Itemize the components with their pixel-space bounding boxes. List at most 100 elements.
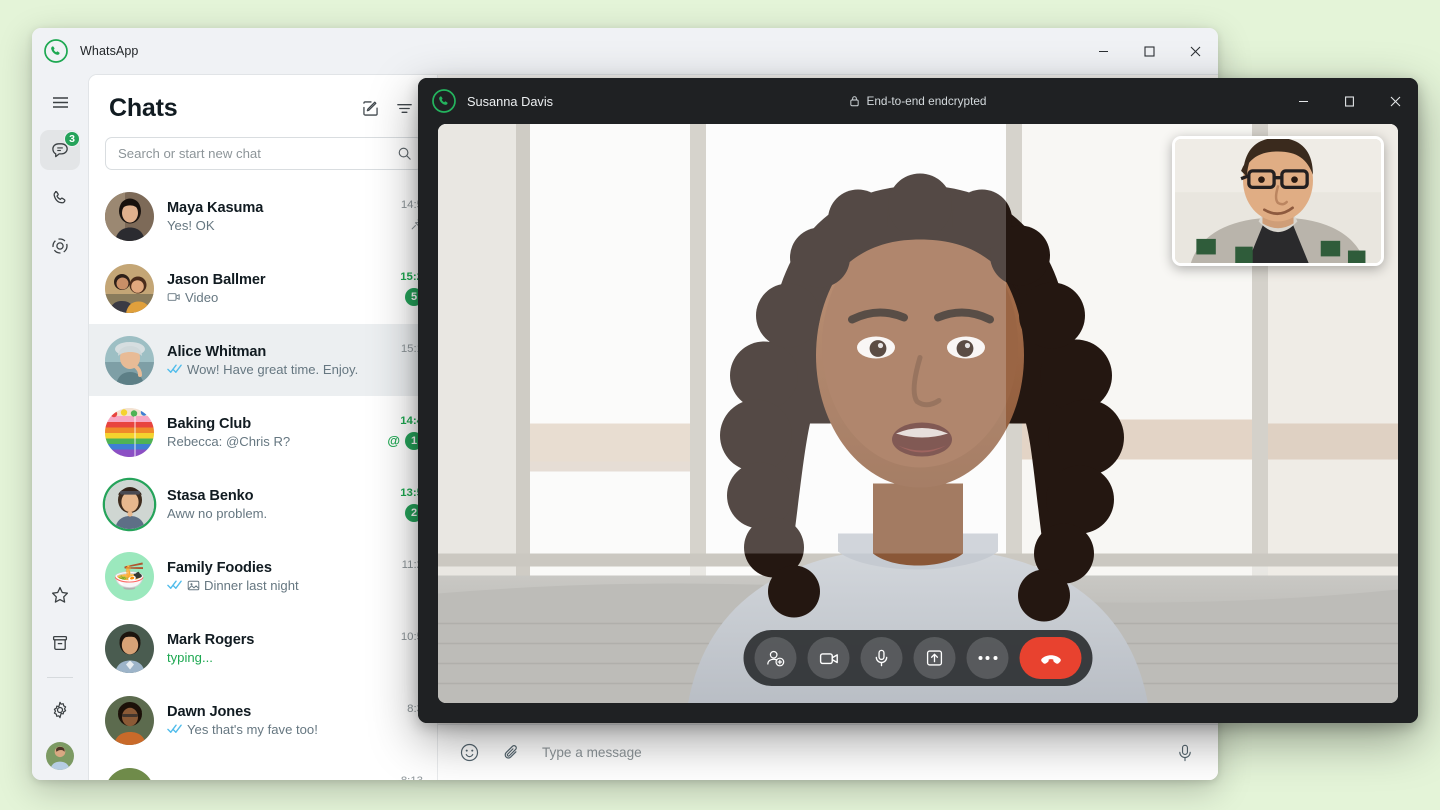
chat-name: Mark Rogers bbox=[167, 631, 255, 648]
close-icon[interactable] bbox=[1372, 78, 1418, 124]
maximize-icon[interactable] bbox=[1126, 28, 1172, 74]
list-item-meta: 8:13 bbox=[377, 775, 423, 781]
chat-preview: Aww no problem. bbox=[167, 506, 377, 521]
microphone-icon[interactable] bbox=[860, 637, 903, 679]
screen-root: WhatsApp 3 Chats Search or start new cha… bbox=[0, 0, 1440, 810]
sidebar-item-starred[interactable] bbox=[40, 575, 80, 615]
chat-preview: typing... bbox=[167, 650, 377, 665]
list-item[interactable]: Maya Kasuma Yes! OK 14:5 bbox=[89, 180, 437, 252]
maximize-icon[interactable] bbox=[1326, 78, 1372, 124]
close-icon[interactable] bbox=[1172, 28, 1218, 74]
encryption-label: End-to-end endcrypted bbox=[866, 94, 987, 108]
list-item[interactable]: Mark Rogers typing... 10:5 bbox=[89, 612, 437, 684]
chat-preview-text: Aww no problem. bbox=[167, 505, 268, 521]
chat-preview-text: Video bbox=[185, 289, 219, 305]
page-title: Chats bbox=[109, 93, 178, 122]
chat-name: Maya Kasuma bbox=[167, 199, 264, 216]
chat-list-header: Chats bbox=[89, 75, 437, 131]
chat-preview: Dinner last night bbox=[167, 578, 377, 593]
avatar bbox=[105, 191, 154, 241]
list-item-meta: 15:2 5 bbox=[377, 271, 423, 306]
rail-divider bbox=[47, 677, 73, 678]
avatar bbox=[105, 479, 154, 529]
chat-preview-text: typing... bbox=[167, 649, 213, 665]
chat-name: Dawn Jones bbox=[167, 703, 252, 720]
filter-menu-icon[interactable] bbox=[387, 91, 421, 125]
sidebar-item-chats[interactable]: 3 bbox=[40, 130, 80, 170]
search-area bbox=[89, 131, 437, 180]
video-camera-icon[interactable] bbox=[807, 637, 850, 679]
call-video-stage bbox=[438, 124, 1398, 703]
lock-icon bbox=[849, 95, 860, 107]
list-item[interactable]: Stasa Benko Aww no problem. 13:5 2 bbox=[89, 468, 437, 540]
message-input[interactable] bbox=[538, 745, 1158, 760]
sidebar-item-settings[interactable] bbox=[40, 690, 80, 730]
chat-name: Family Foodies bbox=[167, 559, 272, 576]
list-item-text: Family Foodies Dinner last night bbox=[154, 560, 377, 593]
message-composer bbox=[438, 724, 1218, 780]
profile-avatar[interactable] bbox=[46, 742, 74, 770]
sidebar-item-status[interactable] bbox=[40, 226, 80, 266]
list-item-text: Alice Whitman Wow! Have great time. Enjo… bbox=[154, 344, 377, 377]
chat-preview-text: Yes that's my fave too! bbox=[187, 721, 318, 737]
paperclip-attach-icon[interactable] bbox=[496, 738, 526, 768]
list-item-text: Maya Kasuma Yes! OK bbox=[154, 200, 377, 233]
list-item[interactable]: Baking Club Rebecca: @Chris R? 14:4 @ 1 bbox=[89, 396, 437, 468]
share-screen-upload-icon[interactable] bbox=[913, 637, 956, 679]
minimize-icon[interactable] bbox=[1280, 78, 1326, 124]
avatar bbox=[105, 407, 154, 457]
whatsapp-logo-icon bbox=[44, 39, 68, 63]
hamburger-menu-icon[interactable] bbox=[40, 82, 80, 122]
chat-preview: Rebecca: @Chris R? bbox=[167, 434, 377, 449]
chat-name: Baking Club bbox=[167, 415, 252, 432]
sidebar-item-calls[interactable] bbox=[40, 178, 80, 218]
read-receipt-double-check-icon bbox=[167, 363, 183, 375]
image-icon bbox=[187, 579, 200, 592]
microphone-icon[interactable] bbox=[1170, 738, 1200, 768]
chat-preview-text: Wow! Have great time. Enjoy. bbox=[187, 361, 359, 377]
navigation-rail: 3 bbox=[32, 74, 88, 780]
search-icon bbox=[397, 146, 412, 161]
list-item-text: Stasa Benko Aww no problem. bbox=[154, 488, 377, 521]
call-controls-bar bbox=[743, 630, 1093, 686]
chats-unread-badge: 3 bbox=[64, 131, 80, 147]
whatsapp-logo-icon bbox=[432, 89, 456, 113]
emoji-smiley-icon[interactable] bbox=[454, 738, 484, 768]
list-item-meta: 11:2 bbox=[377, 559, 423, 594]
avatar bbox=[105, 263, 154, 313]
chat-preview: Yes! OK bbox=[167, 218, 377, 233]
list-item-text: Jason Ballmer Video bbox=[154, 272, 377, 305]
chat-list-column: Chats Search or start new chat Maya Kasu… bbox=[89, 75, 438, 780]
read-receipt-double-check-icon bbox=[167, 723, 183, 735]
avatar bbox=[105, 623, 154, 673]
chat-name: Alice Whitman bbox=[167, 343, 267, 360]
list-item[interactable]: 🍜 Family Foodies Dinner last night 11:2 bbox=[89, 540, 437, 612]
app-title: WhatsApp bbox=[80, 44, 139, 58]
list-item[interactable]: Alice Whitman Wow! Have great time. Enjo… bbox=[89, 324, 437, 396]
list-item[interactable]: Dawn Jones Yes that's my fave too! 8:3 bbox=[89, 684, 437, 756]
minimize-icon[interactable] bbox=[1080, 28, 1126, 74]
avatar bbox=[105, 695, 154, 745]
avatar bbox=[105, 335, 154, 385]
list-item[interactable]: Ziggy Woodley 8:13 bbox=[89, 756, 437, 780]
chat-name: Stasa Benko bbox=[167, 487, 254, 504]
end-call-handset-icon[interactable] bbox=[1019, 637, 1082, 679]
read-receipt-double-check-icon bbox=[167, 579, 183, 591]
search-box[interactable] bbox=[105, 137, 423, 170]
video-call-window: Susanna Davis End-to-end endcrypted bbox=[418, 78, 1418, 723]
list-item-meta: 13:5 2 bbox=[377, 487, 423, 522]
chat-name: Jason Ballmer bbox=[167, 271, 266, 288]
list-item[interactable]: Jason Ballmer Video 15:2 5 bbox=[89, 252, 437, 324]
search-input[interactable] bbox=[118, 146, 397, 161]
avatar bbox=[105, 767, 154, 780]
list-item-text: Dawn Jones Yes that's my fave too! bbox=[154, 704, 377, 737]
encryption-notice: End-to-end endcrypted bbox=[418, 78, 1418, 124]
compose-new-chat-icon[interactable] bbox=[353, 91, 387, 125]
list-item-meta: 15:1 bbox=[377, 343, 423, 378]
ellipsis-icon[interactable] bbox=[966, 637, 1009, 679]
video-camera-icon bbox=[167, 290, 181, 304]
self-view-video[interactable] bbox=[1172, 136, 1384, 266]
list-item-meta: 14:5 bbox=[377, 199, 423, 234]
sidebar-item-archived[interactable] bbox=[40, 623, 80, 663]
add-person-icon[interactable] bbox=[754, 637, 797, 679]
